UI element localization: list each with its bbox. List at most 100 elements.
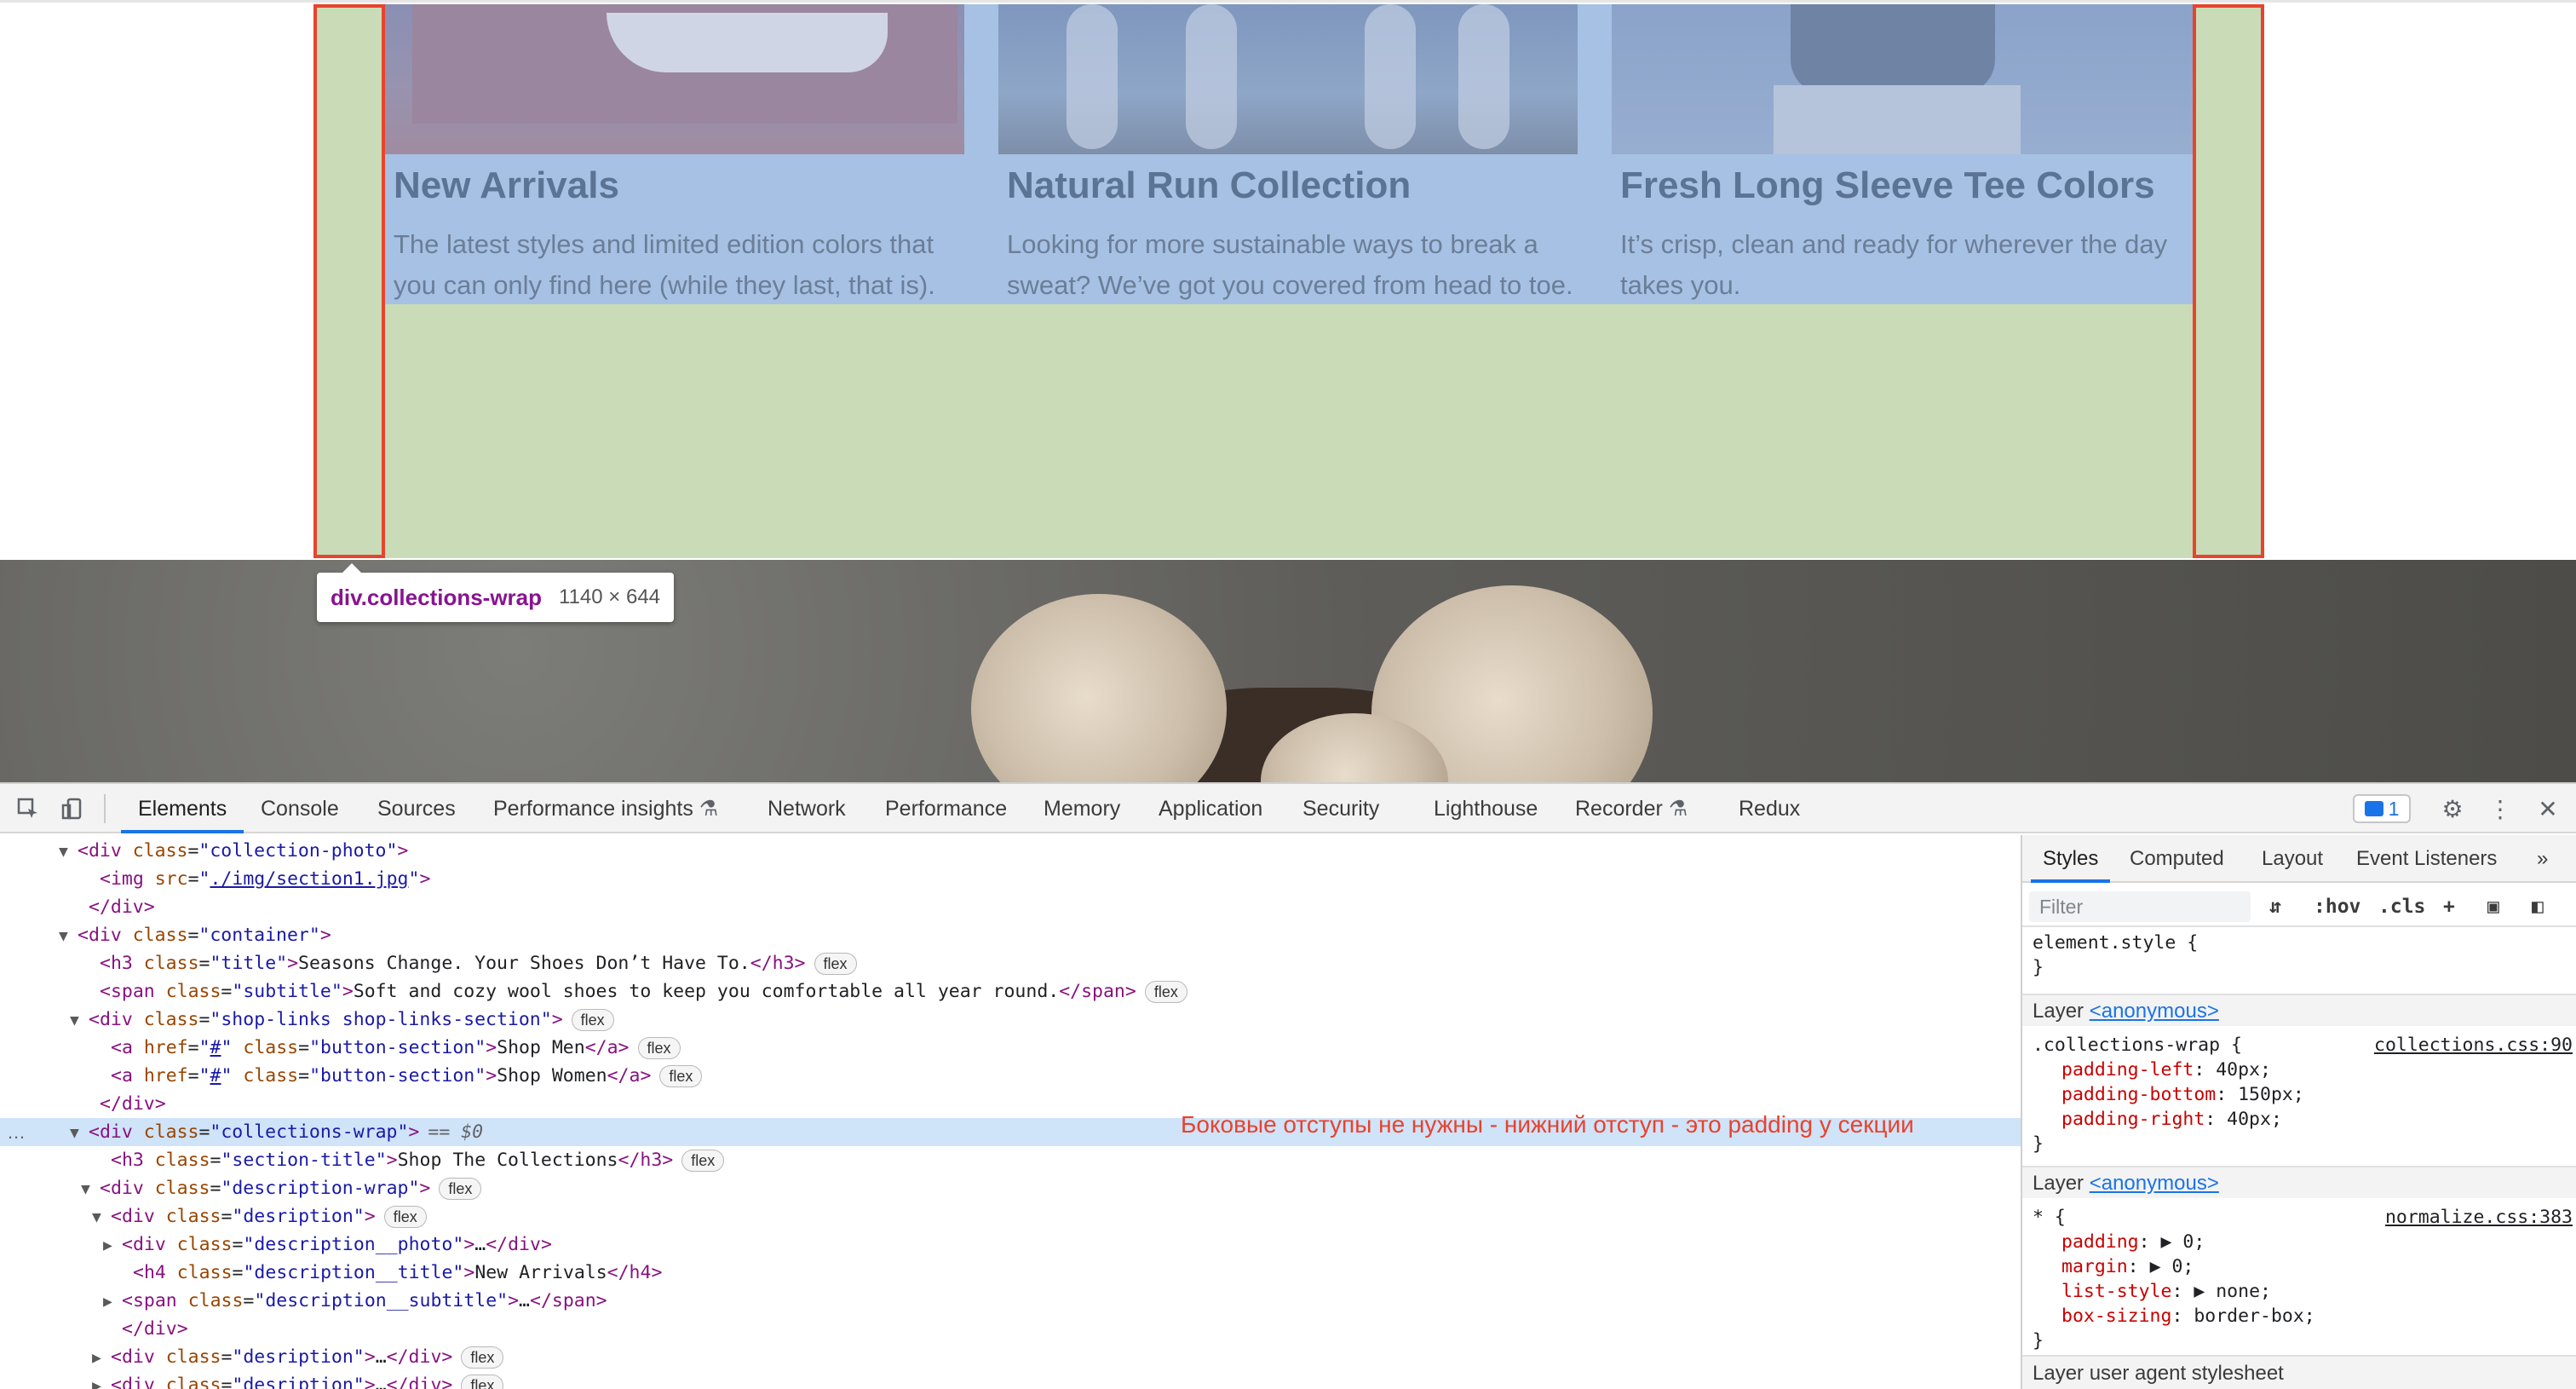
expand-triangle-icon[interactable]: ▼: [70, 1119, 89, 1147]
expand-triangle-icon[interactable]: ▼: [59, 922, 78, 950]
dom-node[interactable]: <a href="#" class="button-section">Shop …: [0, 1034, 2021, 1062]
dom-node-markup: <h4 class="description__title">New Arriv…: [133, 1262, 663, 1283]
tab-computed[interactable]: Computed: [2130, 835, 2224, 883]
tab-recorder[interactable]: Recorder ⚗: [1575, 784, 1688, 833]
dom-node[interactable]: ▼ <div class="desription"> flex: [0, 1202, 2021, 1231]
dom-node[interactable]: <h3 class="section-title">Shop The Colle…: [0, 1146, 2021, 1174]
flex-badge[interactable]: flex: [439, 1178, 482, 1200]
issues-badge[interactable]: 1: [2353, 794, 2411, 823]
expand-triangle-icon[interactable]: ▶: [103, 1288, 122, 1316]
toggle-property-icon[interactable]: ⇵: [2269, 891, 2281, 922]
collection-card-natural-run: Natural Run Collection Looking for more …: [998, 4, 1578, 304]
source-link[interactable]: collections.css:90: [2374, 1033, 2573, 1058]
flex-badge[interactable]: flex: [814, 953, 857, 975]
dom-node[interactable]: ▼ <div class="container">: [0, 921, 2021, 949]
tab-layout[interactable]: Layout: [2262, 835, 2323, 883]
dom-node[interactable]: <img src="./img/section1.jpg">: [0, 865, 2021, 893]
flex-badge[interactable]: flex: [659, 1065, 703, 1087]
hov-button[interactable]: :hov: [2314, 891, 2360, 922]
flex-badge[interactable]: flex: [383, 1206, 427, 1228]
dom-node[interactable]: ▶ <div class="description__photo">…</div>: [0, 1231, 2021, 1259]
tab-memory[interactable]: Memory: [1044, 784, 1120, 833]
source-link[interactable]: normalize.css:383: [2385, 1205, 2573, 1230]
tab-security[interactable]: Security: [1302, 784, 1379, 833]
dom-node[interactable]: ▶ <span class="description__subtitle">…</…: [0, 1287, 2021, 1315]
dom-node-markup: <img src="./img/section1.jpg">: [100, 868, 431, 890]
expand-triangle-icon[interactable]: ▶: [92, 1372, 111, 1389]
card-title: New Arrivals: [394, 164, 619, 206]
dom-node[interactable]: </div>: [0, 893, 2021, 921]
user-agent-layer-header: Layer user agent stylesheet: [2022, 1355, 2576, 1389]
expand-triangle-icon[interactable]: ▼: [59, 838, 78, 866]
layer-link[interactable]: <anonymous>: [2090, 1172, 2219, 1195]
flask-icon: ⚗: [699, 797, 719, 821]
layer-link[interactable]: <anonymous>: [2090, 1000, 2219, 1023]
expand-triangle-icon[interactable]: ▼: [70, 1006, 89, 1035]
flex-badge[interactable]: flex: [461, 1375, 504, 1389]
tab-lighthouse[interactable]: Lighthouse: [1434, 784, 1538, 833]
dom-node[interactable]: ▼ <div class="description-wrap"> flex: [0, 1174, 2021, 1202]
dom-node-markup: <h3 class="title">Seasons Change. Your S…: [100, 953, 806, 974]
chevron-double-right-icon[interactable]: »: [2537, 835, 2548, 883]
tab-elements[interactable]: Elements: [120, 784, 244, 833]
expand-triangle-icon[interactable]: ▼: [92, 1203, 111, 1231]
styles-filter-input[interactable]: Filter: [2029, 891, 2251, 922]
dom-node-markup: <a href="#" class="button-section">Shop …: [111, 1037, 630, 1058]
sidebar-toggle-icon[interactable]: ◧: [2532, 891, 2544, 922]
kebab-menu-icon[interactable]: ⋮: [2486, 794, 2515, 823]
dom-node-markup: <span class="subtitle">Soft and cozy woo…: [100, 981, 1136, 1002]
toolbar-separator: [104, 794, 106, 823]
cls-button[interactable]: .cls: [2378, 891, 2425, 922]
expand-triangle-icon[interactable]: ▼: [81, 1175, 100, 1203]
padding-right-highlight: [2193, 4, 2264, 558]
top-divider: [0, 0, 2576, 3]
tab-application[interactable]: Application: [1159, 784, 1262, 833]
dom-node-markup: <span class="description__subtitle">…</s…: [122, 1290, 607, 1311]
tab-event-listeners[interactable]: Event Listeners: [2356, 835, 2497, 883]
dom-node-markup: <h3 class="section-title">Shop The Colle…: [111, 1150, 674, 1171]
dom-node[interactable]: ▼ <div class="shop-links shop-links-secti…: [0, 1006, 2021, 1034]
expand-triangle-icon[interactable]: ▶: [92, 1344, 111, 1372]
dom-node[interactable]: ▶ <div class="desription">…</div> flex: [0, 1343, 2021, 1371]
dom-node[interactable]: <a href="#" class="button-section">Shop …: [0, 1062, 2021, 1090]
page-viewport: New Arrivals The latest styles and limit…: [0, 0, 2576, 782]
dom-node-markup: <div class="description-wrap">: [100, 1178, 431, 1199]
collections-wrap-rule[interactable]: .collections-wrap { collections.css:90 p…: [2022, 1033, 2576, 1156]
dom-node[interactable]: <span class="subtitle">Soft and cozy woo…: [0, 977, 2021, 1006]
dom-node[interactable]: <h3 class="title">Seasons Change. Your S…: [0, 949, 2021, 977]
elements-tree[interactable]: ▼ <div class="collection-photo"> <img src=…: [0, 835, 2021, 1389]
tab-network[interactable]: Network: [768, 784, 846, 833]
tab-console[interactable]: Console: [261, 784, 339, 833]
devtools-panel: Elements Console Sources Performance ins…: [0, 782, 2576, 1389]
gear-icon[interactable]: ⚙: [2438, 794, 2467, 823]
dom-node[interactable]: </div>: [0, 1315, 2021, 1343]
tab-redux[interactable]: Redux: [1739, 784, 1800, 833]
device-toolbar-icon[interactable]: [58, 794, 87, 823]
tab-performance-insights[interactable]: Performance insights ⚗: [493, 784, 718, 833]
universal-rule[interactable]: * { normalize.css:383 padding: ▶ 0; marg…: [2022, 1205, 2576, 1353]
close-icon[interactable]: ✕: [2533, 794, 2562, 823]
tooltip-element-size: 1140 × 644: [559, 585, 661, 608]
element-style-rule[interactable]: element.style { }: [2022, 931, 2576, 980]
flex-badge[interactable]: flex: [571, 1009, 614, 1031]
dom-node-markup: <div class="description__photo">…</div>: [122, 1234, 552, 1255]
dom-node[interactable]: ▶ <div class="desription">…</div> flex: [0, 1371, 2021, 1389]
tab-sources[interactable]: Sources: [377, 784, 456, 833]
message-icon: [2364, 801, 2383, 816]
dom-node-markup: <div class="collection-photo">: [78, 840, 409, 862]
node-actions-ellipsis[interactable]: …: [7, 1118, 26, 1146]
dom-node-markup: </div>: [100, 1093, 166, 1115]
annotation-note: Боковые отступы не нужны - нижний отступ…: [1181, 1111, 1914, 1138]
tab-styles[interactable]: Styles: [2030, 835, 2111, 883]
new-rule-button[interactable]: +: [2443, 891, 2455, 922]
paint-icon[interactable]: ▣: [2487, 891, 2499, 922]
expand-triangle-icon[interactable]: ▶: [103, 1231, 122, 1259]
flex-badge[interactable]: flex: [1144, 981, 1187, 1003]
inspect-element-icon[interactable]: [14, 794, 43, 823]
tab-performance[interactable]: Performance: [885, 784, 1007, 833]
dom-node[interactable]: <h4 class="description__title">New Arriv…: [0, 1259, 2021, 1287]
flex-badge[interactable]: flex: [681, 1150, 725, 1172]
flex-badge[interactable]: flex: [461, 1346, 504, 1369]
dom-node[interactable]: ▼ <div class="collection-photo">: [0, 837, 2021, 865]
flex-badge[interactable]: flex: [637, 1037, 681, 1059]
